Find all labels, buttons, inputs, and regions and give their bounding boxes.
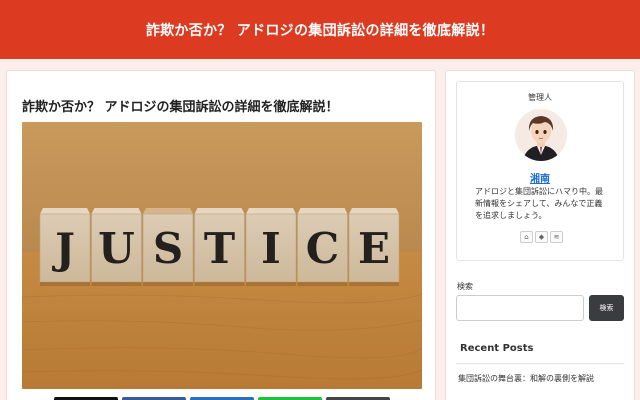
search-label: 検索 — [457, 282, 473, 291]
divider — [456, 363, 624, 364]
sidebar: 管理人 湘南 アドロジと集団訴訟にハマり中。最新情報をシェアして、みんなで正義を… — [445, 70, 635, 400]
letter-block: I — [245, 208, 297, 286]
recent-post-link[interactable]: 集団訴訟の舞台裏：和解の裏側を解説 — [458, 373, 594, 384]
letter-block: U — [91, 208, 142, 286]
author-avatar-icon — [515, 109, 567, 161]
eyecatch-image: JUSTICE — [22, 122, 422, 389]
block-letter: C — [306, 224, 339, 273]
author-description: アドロジと集団訴訟にハマり中。最新情報をシェアして、みんなで正義を追求しましょう… — [475, 187, 603, 220]
letter-block: C — [297, 208, 348, 286]
recent-posts-heading: Recent Posts — [460, 343, 534, 354]
avatar — [515, 109, 567, 161]
search-input[interactable] — [456, 295, 584, 321]
article-card: 詐欺か否か？ アドロジの集団訴訟の詳細を徹底解説！ J U S T I C E — [6, 70, 436, 400]
site-header: 詐欺か否か？ アドロジの集団訴訟の詳細を徹底解説！ — [0, 0, 640, 59]
block-letter: S — [153, 224, 183, 273]
home-icon[interactable]: ⌂ — [520, 231, 533, 243]
profile-heading: 管理人 — [528, 93, 552, 102]
block-letter: J — [51, 224, 75, 273]
justice-blocks-image: JUSTICE — [22, 122, 422, 389]
author-name-link[interactable]: 湘南 — [457, 170, 623, 185]
rss-icon[interactable]: ≋ — [550, 231, 563, 243]
block-letter: E — [358, 224, 390, 273]
block-letter: T — [204, 224, 235, 273]
letter-block: T — [194, 208, 245, 286]
letter-block: S — [142, 208, 194, 286]
follow-icons: ⌂ ◆ ≋ — [520, 231, 563, 243]
article-title: 詐欺か否か？ アドロジの集団訴訟の詳細を徹底解説！ — [22, 100, 339, 115]
block-letter: U — [98, 224, 135, 273]
letter-block: J — [39, 208, 91, 286]
block-letter: I — [261, 224, 281, 273]
feedly-icon[interactable]: ◆ — [535, 231, 548, 243]
letter-block: E — [348, 208, 400, 286]
search-button[interactable]: 検索 — [589, 295, 624, 321]
site-title[interactable]: 詐欺か否か？ アドロジの集団訴訟の詳細を徹底解説！ — [146, 20, 494, 40]
author-profile-box: 管理人 湘南 アドロジと集団訴訟にハマり中。最新情報をシェアして、みんなで正義を… — [456, 81, 624, 261]
